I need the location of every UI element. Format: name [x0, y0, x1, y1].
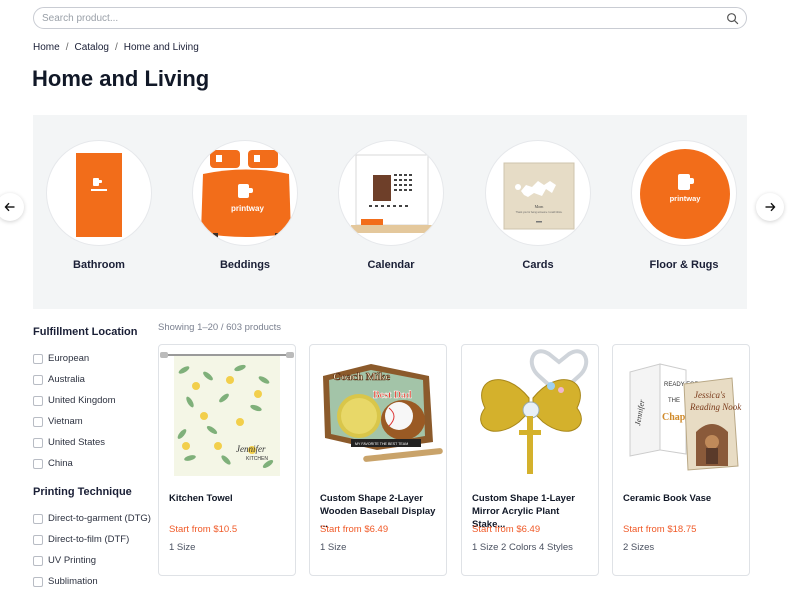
product-card-kitchen-towel[interactable]: Jennifer KITCHEN Kitchen Towel Start fro…	[158, 344, 296, 576]
baseball-bottom-text: MY FAVORITE THE BEST TEAM	[355, 442, 408, 446]
filter-option-label: China	[48, 458, 73, 469]
product-price: Start from $18.75	[623, 524, 697, 535]
category-label: Calendar	[367, 259, 415, 271]
filter-option-dtg[interactable]: Direct-to-garment (DTG)	[33, 508, 153, 529]
book-title-text-1: Jessica's	[694, 390, 726, 400]
category-beddings[interactable]: printway Beddings	[191, 140, 299, 271]
filter-heading-fulfillment: Fulfillment Location	[33, 326, 138, 338]
card-image: Mom Thank you for being someone I could …	[485, 140, 591, 246]
category-label: Floor & Rugs	[649, 259, 719, 271]
product-variants: 1 Size	[320, 542, 347, 553]
product-name[interactable]: Ceramic Book Vase	[623, 492, 743, 505]
product-price: Start from $10.5	[169, 524, 238, 535]
breadcrumb-separator: /	[65, 42, 69, 53]
baseball-mid-text: Best Dad	[373, 390, 412, 401]
rug-brand-text: printway	[670, 194, 702, 203]
product-variants: 2 Sizes	[623, 542, 655, 553]
checkbox[interactable]	[33, 353, 43, 364]
calendar-image	[338, 140, 444, 246]
filter-option-label: Sublimation	[48, 576, 98, 587]
product-variants: 1 Size 2 Colors 4 Styles	[472, 542, 573, 553]
filter-option-label: Direct-to-film (DTF)	[48, 534, 130, 545]
filter-option-sublimation[interactable]: Sublimation	[33, 571, 153, 590]
filter-option-dtf[interactable]: Direct-to-film (DTF)	[33, 529, 153, 550]
breadcrumb-separator: /	[114, 42, 118, 53]
product-image	[463, 346, 597, 480]
towel-image	[46, 140, 152, 246]
category-carousel: Bathroom printway Beddings Calendar Mom …	[33, 115, 747, 309]
filter-option-uv-printing[interactable]: UV Printing	[33, 550, 153, 571]
filter-option-label: United Kingdom	[48, 395, 116, 406]
filter-option-label: Vietnam	[48, 416, 83, 427]
product-name[interactable]: Kitchen Towel	[169, 492, 289, 505]
filter-option-european[interactable]: European	[33, 348, 153, 369]
category-floor-rugs[interactable]: printway Floor & Rugs	[630, 140, 738, 271]
product-variants: 1 Size	[169, 542, 196, 553]
checkbox[interactable]	[33, 534, 43, 545]
search-input[interactable]	[42, 11, 722, 26]
filter-option-label: European	[48, 353, 90, 364]
filters-sidebar: Fulfillment Location European Australia …	[33, 326, 153, 590]
checkbox[interactable]	[33, 576, 43, 587]
card-inside-sub-text: Thank you for being someone I could foll…	[516, 211, 563, 214]
filter-option-australia[interactable]: Australia	[33, 369, 153, 390]
category-label: Bathroom	[73, 259, 125, 271]
checkbox[interactable]	[33, 437, 43, 448]
carousel-next-button[interactable]	[756, 193, 784, 221]
bedding-brand-text: printway	[231, 204, 264, 213]
breadcrumb-home[interactable]: Home	[33, 42, 60, 53]
book-front-text-2: THE	[668, 398, 680, 404]
rug-image: printway	[631, 140, 737, 246]
baseball-top-text: Coach Mike	[333, 371, 390, 383]
search-bar	[33, 7, 747, 29]
bedding-image: printway	[192, 140, 298, 246]
carousel-prev-button[interactable]	[0, 193, 24, 221]
category-bathroom[interactable]: Bathroom	[45, 140, 153, 271]
filter-option-vietnam[interactable]: Vietnam	[33, 411, 153, 432]
product-card-plant-stake[interactable]: Custom Shape 1-Layer Mirror Acrylic Plan…	[461, 344, 599, 576]
product-image: Jennifer READY FOR THE Chapter Jessica's…	[614, 346, 748, 480]
results-count: Showing 1–20 / 603 products	[158, 322, 282, 333]
book-title-text-2: Reading Nook	[689, 402, 742, 412]
page-title: Home and Living	[32, 66, 210, 91]
filter-option-united-states[interactable]: United States	[33, 432, 153, 453]
checkbox[interactable]	[33, 555, 43, 566]
product-price: Start from $6.49	[472, 524, 541, 535]
product-card-baseball-display[interactable]: Coach Mike Best Dad MY FAVORITE THE BEST…	[309, 344, 447, 576]
product-image: Jennifer KITCHEN	[160, 346, 294, 480]
category-calendar[interactable]: Calendar	[337, 140, 445, 271]
search-icon[interactable]	[726, 12, 739, 25]
product-card-ceramic-book-vase[interactable]: Jennifer READY FOR THE Chapter Jessica's…	[612, 344, 750, 576]
checkbox[interactable]	[33, 458, 43, 469]
filter-option-united-kingdom[interactable]: United Kingdom	[33, 390, 153, 411]
filter-option-label: United States	[48, 437, 106, 448]
towel-name-text: Jennifer	[236, 444, 266, 454]
breadcrumb: Home / Catalog / Home and Living	[33, 42, 199, 53]
filter-option-label: Direct-to-garment (DTG)	[48, 513, 151, 524]
filter-option-label: Australia	[48, 374, 85, 385]
arrow-right-icon	[765, 202, 776, 212]
filter-option-china[interactable]: China	[33, 453, 153, 474]
product-image: Coach Mike Best Dad MY FAVORITE THE BEST…	[311, 346, 445, 480]
checkbox[interactable]	[33, 513, 43, 524]
checkbox[interactable]	[33, 395, 43, 406]
breadcrumb-current: Home and Living	[123, 42, 199, 53]
category-label: Beddings	[219, 259, 271, 271]
category-cards[interactable]: Mom Thank you for being someone I could …	[484, 140, 592, 271]
checkbox[interactable]	[33, 374, 43, 385]
arrow-left-icon	[4, 202, 15, 212]
product-price: Start from $6.49	[320, 524, 389, 535]
filter-option-label: UV Printing	[48, 555, 97, 566]
category-label: Cards	[522, 259, 554, 271]
card-inside-text: Mom	[535, 204, 545, 209]
towel-sub-text: KITCHEN	[246, 456, 268, 462]
filter-heading-printing: Printing Technique	[33, 486, 132, 498]
breadcrumb-catalog[interactable]: Catalog	[74, 42, 108, 53]
checkbox[interactable]	[33, 416, 43, 427]
